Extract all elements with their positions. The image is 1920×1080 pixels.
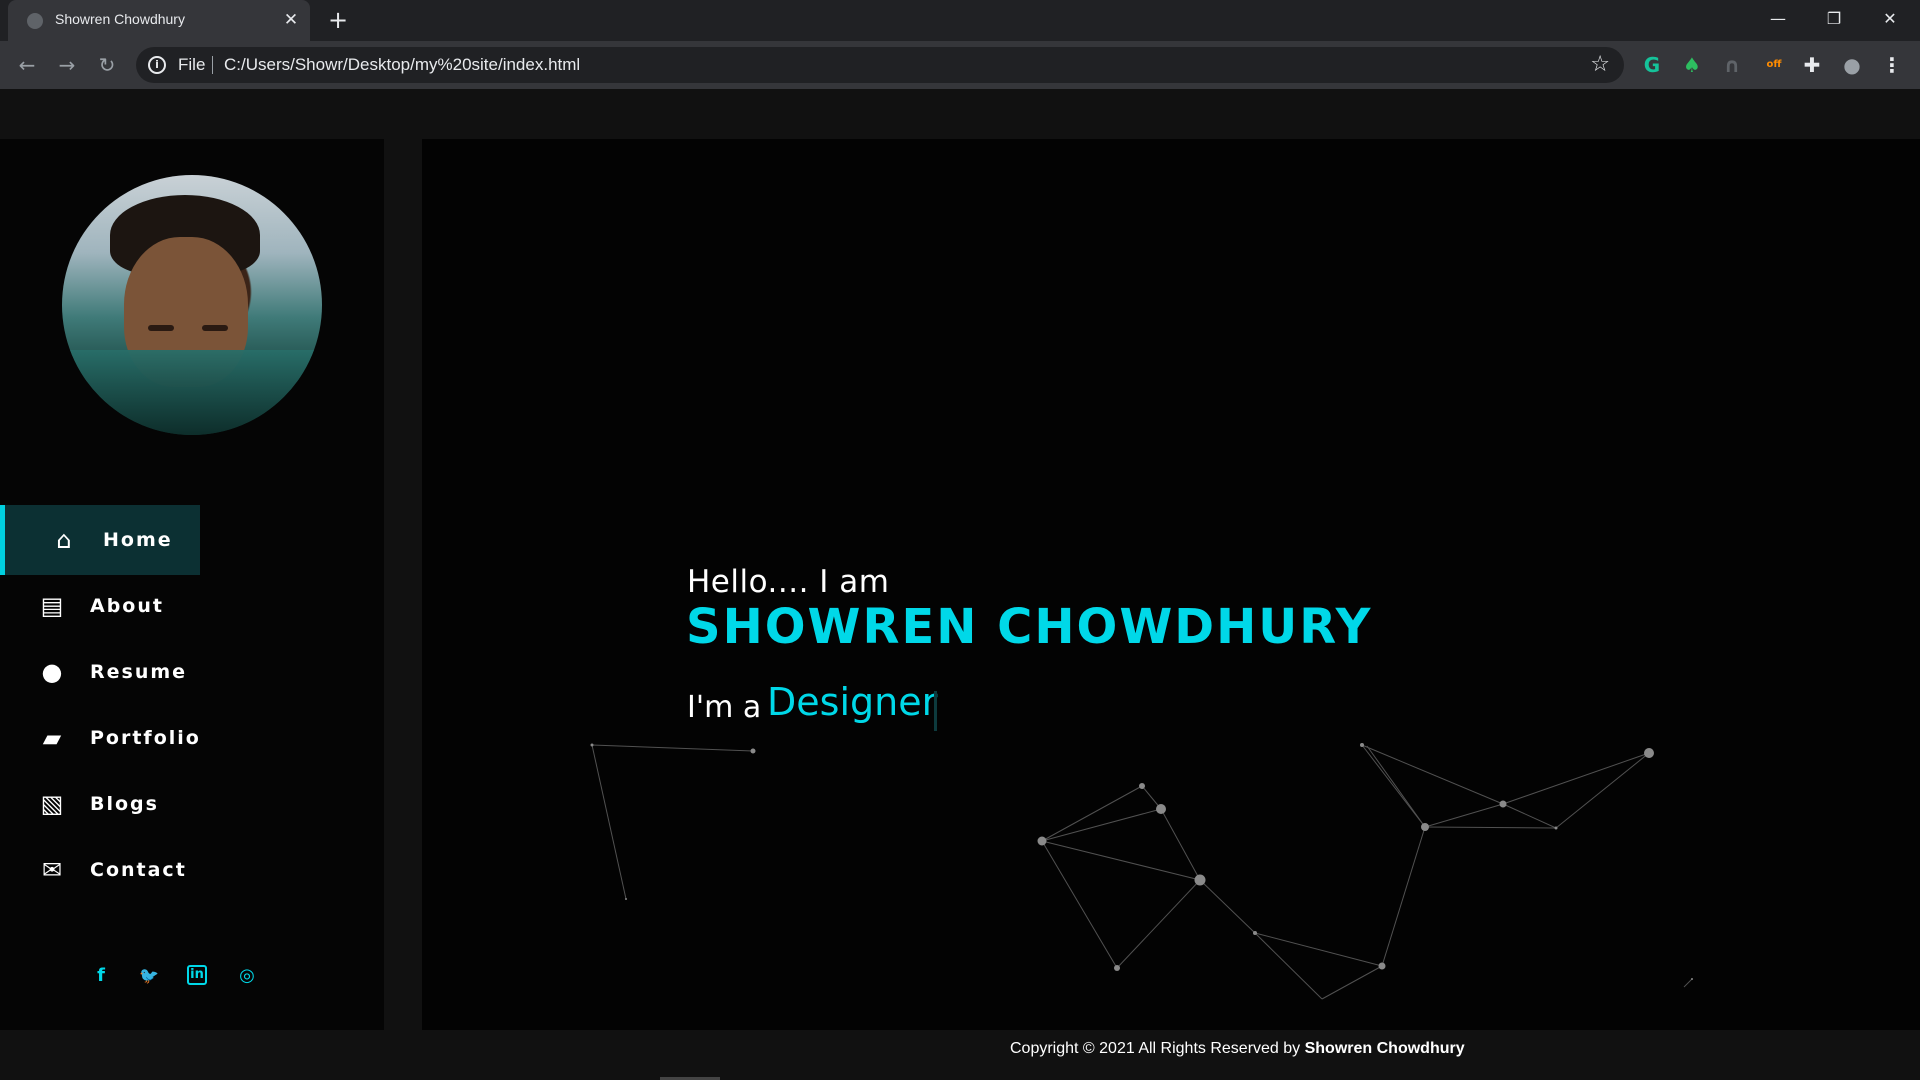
info-icon[interactable]: i: [148, 56, 166, 74]
address-bar[interactable]: i File C:/Users/Showr/Desktop/my%20site/…: [136, 47, 1624, 83]
hero-section: Hello.... I am SHOWREN CHOWDHURY I'm a D…: [422, 139, 1920, 1030]
page: ⌂ Home ▤ About ● Resume ▰ Portfolio ▧ Blogs ✉ Conta…: [0, 89, 1920, 1080]
sidebar-item-label: Portfolio: [90, 727, 201, 749]
url-text[interactable]: C:/Users/Showr/Desktop/my%20site/index.h…: [224, 55, 580, 75]
browser-tabstrip: Showren Chowdhury ✕ + — ❐ ✕: [0, 0, 1920, 41]
arc-extension-icon[interactable]: ∩: [1720, 53, 1744, 77]
facebook-icon[interactable]: f: [90, 965, 112, 987]
tab-title: Showren Chowdhury: [55, 11, 185, 27]
profile-extension-icon[interactable]: ●: [1840, 53, 1864, 77]
window-close-button[interactable]: ✕: [1862, 0, 1918, 41]
menu-extension-icon[interactable]: ⋮: [1880, 53, 1904, 77]
hero-name: SHOWREN CHOWDHURY: [686, 599, 1373, 655]
sidebar: ⌂ Home ▤ About ● Resume ▰ Portfolio ▧ Blogs ✉ Conta…: [0, 139, 384, 1030]
copyright-owner: Showren Chowdhury: [1304, 1040, 1465, 1057]
sidebar-item-label: Resume: [90, 661, 188, 683]
sidebar-item-label: Blogs: [90, 793, 159, 815]
hero-role-prefix: I'm a: [687, 690, 762, 725]
sidebar-item-resume[interactable]: ● Resume: [0, 637, 200, 707]
avatar: [62, 175, 322, 435]
envelope-icon: ✉: [41, 856, 63, 884]
sidebar-item-label: Home: [103, 529, 173, 551]
new-tab-button[interactable]: +: [325, 8, 351, 34]
hero-role-typed: Designer: [767, 680, 938, 724]
hero-greeting: Hello.... I am: [687, 564, 890, 600]
linkedin-icon[interactable]: in: [187, 965, 207, 985]
url-scheme: File: [178, 55, 206, 74]
copyright-prefix: Copyright © 2021 All Rights Reserved by: [1010, 1040, 1301, 1057]
sidebar-item-contact[interactable]: ✉ Contact: [0, 835, 200, 905]
shop-off-extension-icon[interactable]: off: [1762, 53, 1786, 77]
briefcase-icon: ▰: [42, 724, 62, 752]
sidebar-item-home[interactable]: ⌂ Home: [0, 505, 200, 575]
sidebar-item-label: About: [90, 595, 164, 617]
user-icon: ●: [41, 658, 63, 686]
reload-button[interactable]: ↻: [93, 51, 121, 79]
back-button[interactable]: ←: [13, 51, 41, 79]
globe-icon: [27, 13, 43, 29]
twitter-icon[interactable]: 🐦: [138, 965, 160, 987]
puzzle-extension-icon[interactable]: ✚: [1800, 53, 1824, 77]
particle-network: [590, 743, 1693, 1000]
typing-caret: [934, 691, 937, 731]
bookmark-star-icon[interactable]: ☆: [1590, 52, 1610, 77]
image-icon: ▧: [40, 790, 64, 818]
sidebar-item-about[interactable]: ▤ About: [0, 571, 200, 641]
id-card-icon: ▤: [40, 592, 64, 620]
tab-close-icon[interactable]: ✕: [280, 9, 302, 31]
evernote-extension-icon[interactable]: ♠: [1680, 53, 1704, 77]
sidebar-item-label: Contact: [90, 859, 187, 881]
minimize-button[interactable]: —: [1750, 0, 1806, 41]
browser-toolbar: ← → ↻ i File C:/Users/Showr/Desktop/my%2…: [0, 41, 1920, 89]
grammarly-extension-icon[interactable]: G: [1640, 53, 1664, 77]
sidebar-item-blogs[interactable]: ▧ Blogs: [0, 769, 200, 839]
url-separator: [212, 56, 213, 74]
home-icon: ⌂: [56, 526, 72, 554]
instagram-icon[interactable]: ◎: [236, 965, 258, 987]
footer: Copyright © 2021 All Rights Reserved by …: [0, 1030, 1920, 1070]
sidebar-item-portfolio[interactable]: ▰ Portfolio: [0, 703, 200, 773]
sidebar-menu: ⌂ Home ▤ About ● Resume ▰ Portfolio ▧ Blogs ✉ Conta…: [0, 505, 200, 901]
browser-tab[interactable]: Showren Chowdhury ✕: [8, 0, 310, 41]
copyright-text: Copyright © 2021 All Rights Reserved by …: [1010, 1040, 1465, 1058]
restore-button[interactable]: ❐: [1806, 0, 1862, 41]
forward-button[interactable]: →: [53, 51, 81, 79]
